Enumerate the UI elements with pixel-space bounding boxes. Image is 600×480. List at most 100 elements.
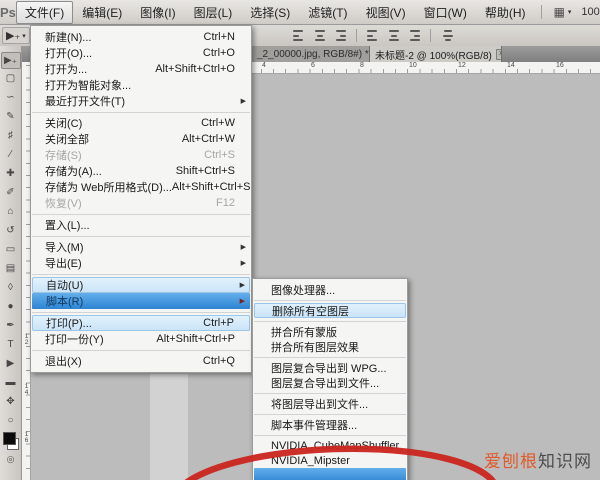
file-menu-item-save-as[interactable]: 存储为(A)... Shift+Ctrl+S	[31, 163, 251, 179]
menubar-item-layer[interactable]: 图层(L)	[185, 1, 242, 24]
scripts-submenu-item-flatten-all-masks[interactable]: 拼合所有蒙版	[253, 324, 407, 339]
menubar-item-image[interactable]: 图像(I)	[131, 1, 184, 24]
menu-item-label: 将图层导出到文件...	[271, 398, 369, 411]
file-menu-item-open-as[interactable]: 打开为... Alt+Shift+Ctrl+O	[31, 61, 251, 77]
watermark-text: 知识网	[538, 452, 592, 471]
color-swatches[interactable]	[2, 432, 19, 450]
menu-separator	[32, 214, 250, 215]
quick-mask-icon[interactable]: ◎	[7, 454, 15, 465]
file-menu-item-open[interactable]: 打开(O)... Ctrl+O	[31, 45, 251, 61]
dodge-tool[interactable]: ●	[1, 297, 21, 316]
file-menu-item-place[interactable]: 置入(L)...	[31, 217, 251, 233]
menubar-item-help[interactable]: 帮助(H)	[476, 1, 535, 24]
tab-close-icon[interactable]: ×	[495, 48, 501, 60]
path-selection-tool[interactable]: ▶	[1, 354, 21, 373]
menu-item-label: 拼合所有图层效果	[271, 341, 359, 354]
align-bottom-icon[interactable]	[333, 29, 346, 42]
file-menu-item-import[interactable]: 导入(M) ▶	[31, 239, 251, 255]
shape-tool[interactable]: ▬	[1, 373, 21, 392]
file-menu-item-open-as-smart-object[interactable]: 打开为智能对象...	[31, 77, 251, 93]
scripts-submenu-item-script-events-manager[interactable]: 脚本事件管理器...	[253, 417, 407, 432]
quick-selection-tool[interactable]: ✎	[1, 107, 21, 126]
lasso-tool[interactable]: ∽	[1, 88, 21, 107]
file-menu-item-scripts[interactable]: 脚本(R) ▶	[32, 293, 250, 309]
clone-stamp-tool[interactable]: ⌂	[1, 202, 21, 221]
eraser-tool[interactable]: ▭	[1, 240, 21, 259]
foreground-color-swatch[interactable]	[2, 432, 16, 445]
menu-separator	[254, 435, 406, 436]
file-menu-item-close-all[interactable]: 关闭全部 Alt+Ctrl+W	[31, 131, 251, 147]
ruler-number: 12	[458, 62, 466, 69]
file-menu-dropdown: 新建(N)... Ctrl+N 打开(O)... Ctrl+O 打开为... Alt+Sh…	[30, 25, 252, 373]
submenu-arrow-icon: ▶	[239, 298, 245, 305]
arrange-documents-icon: ▦	[553, 5, 565, 19]
pen-tool[interactable]: ✒	[1, 316, 21, 335]
zoom-tool[interactable]: ○	[1, 411, 21, 430]
tools-panel: ▶₊ ▢ ∽ ✎ ♯ ∕ ✚ ✐ ⌂ ↺ ▭ ▤ ◊ ● ✒ T ▶ ▬ ✥ ○ ◎	[0, 46, 22, 480]
file-menu-item-revert[interactable]: 恢复(V) F12	[31, 195, 251, 211]
menu-item-label: 打开为智能对象...	[45, 80, 132, 92]
distribute-bottom-icon[interactable]	[407, 29, 420, 42]
file-menu-item-close[interactable]: 关闭(C) Ctrl+W	[31, 115, 251, 131]
scripts-submenu-item-layer-comps-to-wpg[interactable]: 图层复合导出到 WPG...	[253, 360, 407, 375]
document-tab-1[interactable]: _2_00000.jpg, RGB/8#) *×	[252, 46, 370, 62]
blur-tool[interactable]: ◊	[1, 278, 21, 297]
scripts-submenu-item-nvidia-cubemapshuffler[interactable]: NVIDIA_CubeMapShuffler	[253, 438, 407, 453]
eyedropper-tool[interactable]: ∕	[1, 145, 21, 164]
type-tool[interactable]: T	[1, 335, 21, 354]
divider	[430, 29, 431, 42]
arrange-documents-button[interactable]: ▦ ▾	[554, 5, 572, 19]
scripts-submenu-item-highlighted-item[interactable]	[254, 468, 406, 480]
ruler-number: 12	[23, 333, 30, 345]
zoom-level-dropdown[interactable]: 100% ▾	[581, 6, 600, 18]
auto-align-icon[interactable]	[441, 29, 454, 42]
file-menu-item-save-for-web[interactable]: 存储为 Web所用格式(D)... Alt+Shift+Ctrl+S	[31, 179, 251, 195]
current-tool-indicator[interactable]: ▶₊ ▾	[2, 27, 30, 44]
scripts-submenu-item-layer-comps-to-files[interactable]: 图层复合导出到文件...	[253, 375, 407, 390]
file-menu-item-print-one-copy[interactable]: 打印一份(Y) Alt+Shift+Ctrl+P	[31, 331, 251, 347]
menu-item-label: NVIDIA_CubeMapShuffler	[271, 439, 400, 452]
menu-item-label: 关闭(C)	[45, 118, 83, 130]
scripts-submenu-item-flatten-all-layer-effects[interactable]: 拼合所有图层效果	[253, 339, 407, 354]
hand-tool[interactable]: ✥	[1, 392, 21, 411]
marquee-tool[interactable]: ▢	[1, 69, 21, 88]
align-top-icon[interactable]	[293, 29, 306, 42]
menu-item-label: 拼合所有蒙版	[271, 326, 337, 339]
document-canvas-edge	[150, 374, 188, 480]
menubar-item-edit[interactable]: 编辑(E)	[73, 1, 131, 24]
menubar-item-select[interactable]: 选择(S)	[241, 1, 299, 24]
menubar-item-filter[interactable]: 滤镜(T)	[299, 1, 356, 24]
menubar-item-file[interactable]: 文件(F)	[15, 0, 74, 24]
crop-tool[interactable]: ♯	[1, 126, 21, 145]
scripts-submenu-item-export-layers-to-files[interactable]: 将图层导出到文件...	[253, 396, 407, 411]
file-menu-item-open-recent[interactable]: 最近打开文件(T) ▶	[31, 93, 251, 109]
move-tool-icon: ▶₊	[6, 30, 21, 42]
file-menu-item-print[interactable]: 打印(P)... Ctrl+P	[32, 315, 250, 331]
brush-tool[interactable]: ✐	[1, 183, 21, 202]
align-vcenter-icon[interactable]	[313, 29, 326, 42]
scripts-submenu-item-image-processor[interactable]: 图像处理器...	[253, 282, 407, 297]
distribute-vcenter-icon[interactable]	[387, 29, 400, 42]
scripts-submenu-item-delete-all-empty-layers[interactable]: 删除所有空图层	[254, 303, 406, 318]
menubar-item-window[interactable]: 窗口(W)	[415, 1, 476, 24]
ruler-number: 16	[23, 431, 30, 443]
gradient-tool[interactable]: ▤	[1, 259, 21, 278]
file-menu-item-automate[interactable]: 自动(U) ▶	[32, 277, 250, 293]
menu-bar: Ps 文件(F) 编辑(E) 图像(I) 图层(L) 选择(S) 滤镜(T) 视图(V) 窗口…	[0, 0, 600, 25]
file-menu-item-exit[interactable]: 退出(X) Ctrl+Q	[31, 353, 251, 369]
history-brush-tool[interactable]: ↺	[1, 221, 21, 240]
menu-item-label: NVIDIA_Mipster	[271, 454, 350, 467]
ruler-number: 6	[311, 62, 315, 69]
document-tab-2[interactable]: 未标题-2 @ 100%(RGB/8)×	[370, 46, 502, 62]
ruler-number: 4	[262, 62, 266, 69]
menu-separator	[254, 414, 406, 415]
move-tool[interactable]: ▶₊	[0, 52, 21, 69]
file-menu-item-export[interactable]: 导出(E) ▶	[31, 255, 251, 271]
scripts-submenu-item-nvidia-mipster[interactable]: NVIDIA_Mipster	[253, 453, 407, 468]
menubar-item-view[interactable]: 视图(V)	[357, 1, 415, 24]
menu-item-label: 脚本(R)	[46, 296, 84, 308]
file-menu-item-save[interactable]: 存储(S) Ctrl+S	[31, 147, 251, 163]
file-menu-item-new[interactable]: 新建(N)... Ctrl+N	[31, 29, 251, 45]
distribute-top-icon[interactable]	[367, 29, 380, 42]
healing-brush-tool[interactable]: ✚	[1, 164, 21, 183]
